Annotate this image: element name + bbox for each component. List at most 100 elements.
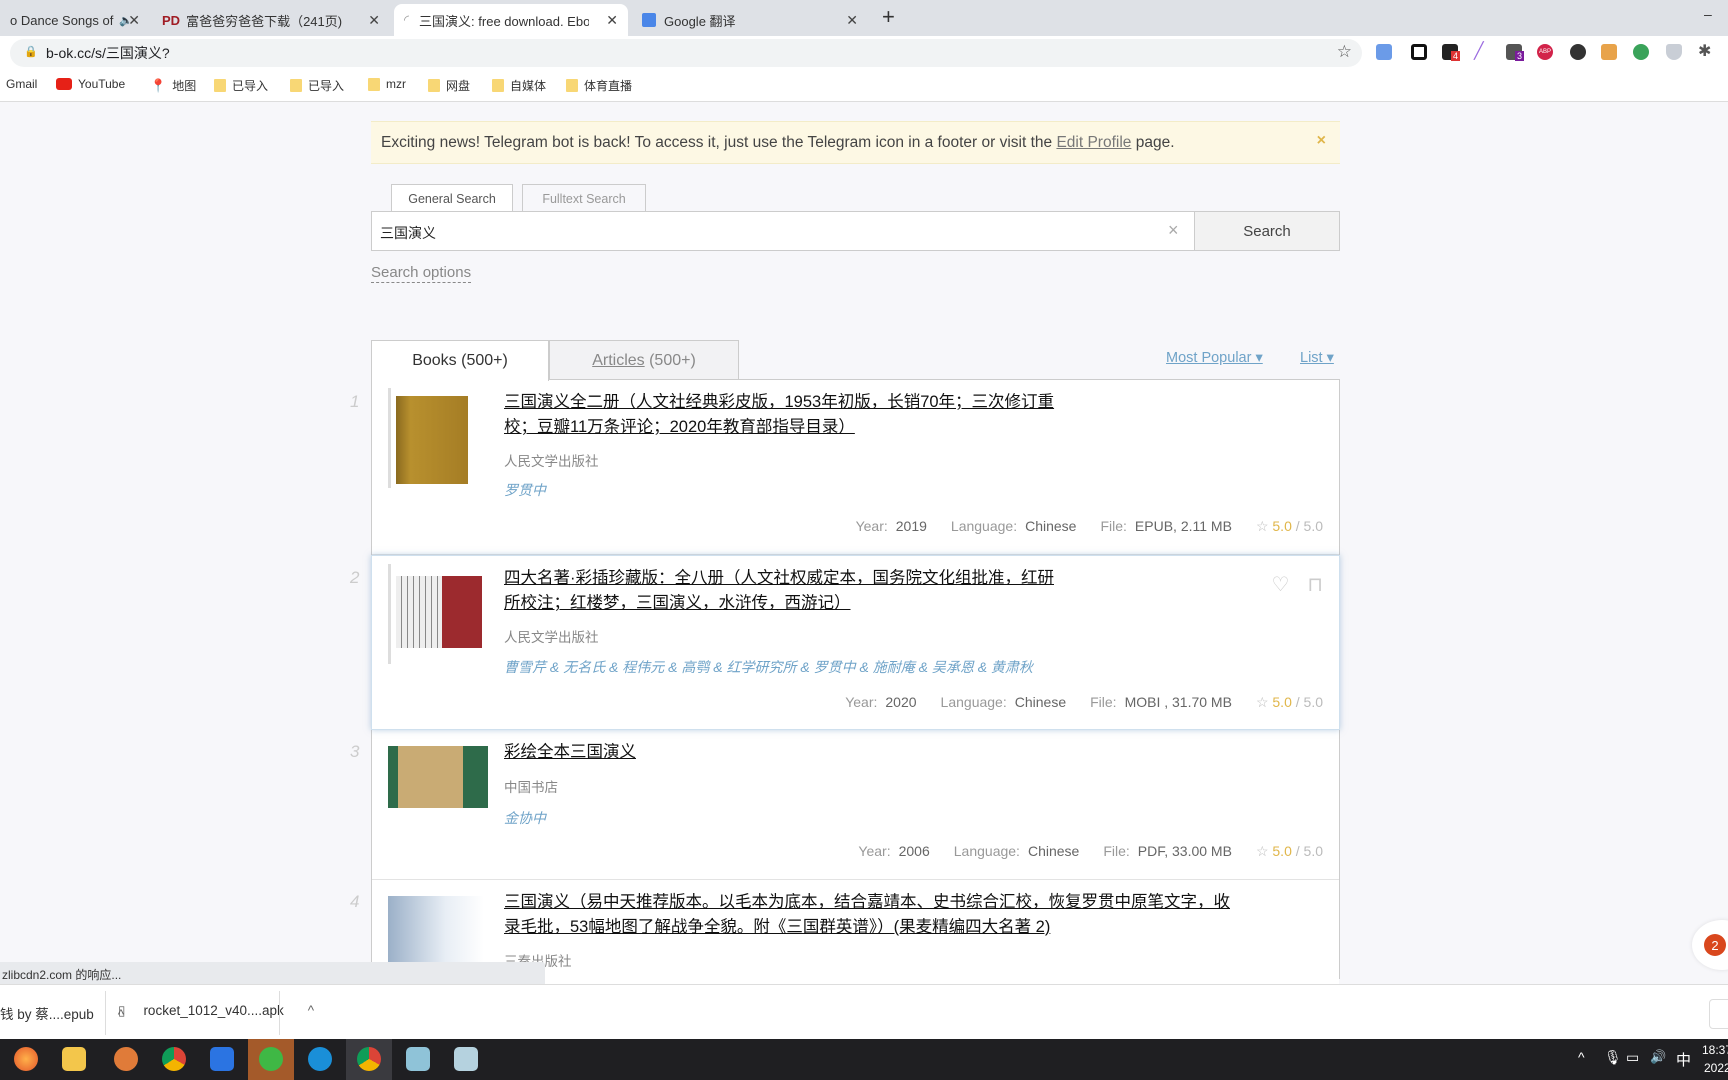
book-author[interactable]: 金协中: [504, 808, 546, 828]
extensions-puzzle-icon[interactable]: ✱: [1698, 41, 1714, 60]
bookmark-folder[interactable]: 网盘: [428, 77, 470, 94]
bookmark-folder[interactable]: 已导入: [214, 77, 268, 94]
chevron-up-icon[interactable]: ^: [308, 1003, 314, 1018]
close-tab-icon[interactable]: ✕: [846, 12, 858, 29]
file-explorer-icon[interactable]: [62, 1047, 86, 1071]
search-options-link[interactable]: Search options: [371, 264, 472, 283]
divider: [279, 991, 280, 1035]
pd-icon: PD: [162, 12, 181, 28]
minimize-button[interactable]: –: [1704, 6, 1712, 22]
chrome-icon[interactable]: [162, 1047, 186, 1071]
status-bar: zlibcdn2.com 的响应...: [0, 962, 545, 984]
bookmark-label: mzr: [386, 77, 406, 91]
item-actions: ♡ ⊓: [1271, 572, 1323, 597]
extension-icon[interactable]: [1601, 44, 1617, 60]
book-publisher[interactable]: 人民文学出版社: [504, 626, 599, 646]
address-row: 🔒 b-ok.cc/s/三国演义? ☆ 4 ╱ 3 ABP ✱: [0, 36, 1728, 69]
tab-general-search[interactable]: General Search: [391, 184, 513, 212]
bookmark-label: 体育直播: [584, 79, 633, 93]
rating-max: / 5.0: [1295, 843, 1323, 859]
book-title-link[interactable]: 四大名著·彩插珍藏版：全八册（人文社权威定本，国务院文化组批准，红研所校注；红楼…: [504, 566, 1064, 616]
heart-icon[interactable]: ♡: [1271, 572, 1289, 597]
chat-badge[interactable]: 2: [1704, 934, 1726, 956]
view-dropdown[interactable]: List ▾: [1300, 350, 1334, 366]
bookmark-gmail[interactable]: Gmail: [6, 77, 37, 91]
bookmark-folder[interactable]: mzr: [368, 77, 406, 91]
network-icon[interactable]: ▭: [1626, 1049, 1639, 1066]
idm-extension-icon[interactable]: [1633, 44, 1649, 60]
feishu-icon[interactable]: [210, 1047, 234, 1071]
book-title-link[interactable]: 彩绘全本三国演义: [504, 740, 1064, 765]
file-label: File:: [1103, 843, 1130, 859]
book-cover-image[interactable]: [388, 746, 488, 808]
notepad-icon[interactable]: [406, 1047, 430, 1071]
bookmark-youtube[interactable]: YouTube: [56, 77, 125, 91]
language-label: Language:: [940, 694, 1007, 710]
download-item[interactable]: ▯ rocket_1012_v40....apk ^: [118, 1003, 314, 1019]
star-icon: ☆: [1255, 843, 1269, 859]
clear-search-icon[interactable]: ×: [1168, 220, 1179, 241]
book-item: 1 三国演义全二册（人文社经典彩皮版，1953年初版，长销70年；三次修订重校；…: [350, 380, 1339, 555]
announcement-banner: Exciting news! Telegram bot is back! To …: [371, 121, 1340, 164]
clock-time[interactable]: 18:37: [1702, 1043, 1728, 1057]
loading-icon: ◜: [404, 12, 410, 27]
close-tab-icon[interactable]: ✕: [368, 12, 380, 29]
book-cover-image[interactable]: [396, 396, 468, 484]
volume-icon[interactable]: 🔊: [1650, 1049, 1666, 1065]
shield-extension-icon[interactable]: [1666, 44, 1682, 60]
bookmark-folder[interactable]: 自媒体: [492, 77, 546, 94]
wechat-icon[interactable]: [259, 1047, 283, 1071]
bookmark-folder[interactable]: 体育直播: [566, 77, 632, 94]
tab-books[interactable]: Books (500+): [371, 340, 549, 381]
extension-icon[interactable]: 4: [1442, 44, 1461, 61]
microphone-icon[interactable]: 🎙: [1604, 1049, 1622, 1066]
app-icon[interactable]: [114, 1047, 138, 1071]
tray-chevron-icon[interactable]: ^: [1578, 1049, 1585, 1065]
book-author[interactable]: 罗贯中: [504, 480, 546, 500]
bookmark-folder[interactable]: 已导入: [290, 77, 344, 94]
code-extension-icon[interactable]: 3: [1506, 44, 1525, 61]
cloud-download-icon[interactable]: [1570, 44, 1586, 60]
book-file: EPUB, 2.11 MB: [1134, 518, 1232, 534]
book-title-link[interactable]: 三国演义全二册（人文社经典彩皮版，1953年初版，长销70年；三次修订重校；豆瓣…: [504, 390, 1064, 440]
clock-date[interactable]: 2022: [1704, 1061, 1728, 1075]
show-all-downloads-button[interactable]: [1709, 999, 1728, 1029]
firefox-icon[interactable]: [14, 1047, 38, 1071]
search-input[interactable]: 三国演义: [371, 211, 1195, 251]
tab-articles[interactable]: Articles (500+): [549, 340, 739, 380]
address-bar[interactable]: 🔒 b-ok.cc/s/三国演义? ☆: [10, 39, 1362, 67]
browser-tab[interactable]: PD 富爸爸穷爸爸下载（241页) ✕: [152, 4, 390, 36]
bookmark-maps[interactable]: 📍 地图: [150, 77, 196, 94]
translate-extension-icon[interactable]: [1376, 44, 1392, 60]
book-item: 3 彩绘全本三国演义 中国书店 金协中 Year: 2006 Language: C…: [350, 730, 1339, 880]
bookmark-icon[interactable]: ⊓: [1307, 572, 1323, 597]
quill-extension-icon[interactable]: ╱: [1474, 41, 1490, 60]
book-year: 2019: [895, 518, 927, 534]
browser-tab[interactable]: o Dance Songs of 🔈 ✕: [0, 4, 150, 36]
edit-profile-link[interactable]: Edit Profile: [1056, 134, 1131, 151]
notepad-icon[interactable]: [454, 1047, 478, 1071]
close-banner-button[interactable]: ×: [1317, 132, 1326, 150]
extension-icon[interactable]: [1411, 44, 1427, 60]
close-tab-icon[interactable]: ✕: [128, 12, 140, 29]
browser-tab-active[interactable]: ◜ 三国演义: free download. Eboo ✕: [394, 4, 628, 36]
download-filename: 钱 by 蔡....epub: [0, 1007, 94, 1022]
new-tab-button[interactable]: +: [882, 4, 895, 30]
sort-dropdown[interactable]: Most Popular ▾: [1166, 350, 1263, 366]
chrome-icon[interactable]: [357, 1047, 381, 1071]
tab-fulltext-search[interactable]: Fulltext Search: [522, 184, 646, 212]
ime-indicator[interactable]: 中: [1676, 1049, 1691, 1070]
book-authors[interactable]: 曹雪芹 & 无名氏 & 程伟元 & 高鹗 & 红学研究所 & 罗贯中 & 施耐庵…: [504, 657, 1033, 677]
close-tab-icon[interactable]: ✕: [606, 12, 618, 29]
banner-text: Exciting news! Telegram bot is back! To …: [381, 134, 1057, 151]
extension-badge: 3: [1515, 51, 1525, 61]
tab-label: Books: [412, 352, 457, 369]
bookmark-star-icon[interactable]: ☆: [1337, 42, 1352, 62]
browser-tab[interactable]: Google 翻译 ✕: [632, 4, 868, 36]
book-title-link[interactable]: 三国演义（易中天推荐版本。以毛本为底本，结合嘉靖本、史书综合汇校，恢复罗贯中原笔…: [504, 890, 1244, 940]
search-button[interactable]: Search: [1194, 211, 1340, 251]
book-publisher[interactable]: 人民文学出版社: [504, 450, 599, 470]
skype-icon[interactable]: [308, 1047, 332, 1071]
adblock-plus-icon[interactable]: ABP: [1537, 44, 1553, 60]
book-publisher[interactable]: 中国书店: [504, 776, 558, 796]
